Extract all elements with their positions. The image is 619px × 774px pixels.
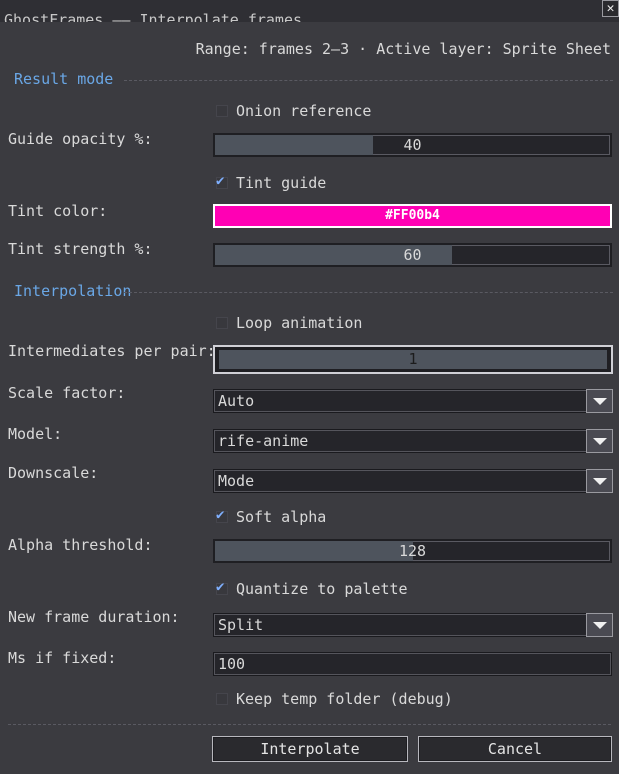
chevron-down-icon[interactable] <box>586 429 613 453</box>
input-value: 100 <box>218 655 246 673</box>
checkbox-box[interactable] <box>216 579 228 595</box>
tint-color-label: Tint color: <box>8 202 108 220</box>
alpha-threshold-slider[interactable]: 128 <box>213 539 612 563</box>
checkbox-label: Quantize to palette <box>236 580 408 598</box>
onion-reference-checkbox[interactable]: Onion reference <box>216 102 371 120</box>
checkbox-box[interactable] <box>216 173 228 189</box>
select-value: rife-anime <box>218 432 309 450</box>
chevron-down-icon[interactable] <box>586 613 613 637</box>
frame-duration-select[interactable]: Split <box>213 613 613 637</box>
intermediates-spinbox[interactable]: 1 <box>213 345 613 374</box>
section-title-interpolation: Interpolation <box>14 282 132 300</box>
slider-value: 128 <box>398 542 427 560</box>
model-select[interactable]: rife-anime <box>213 429 613 453</box>
section-divider <box>124 292 613 293</box>
window-title: GhostFrames —— Interpolate frames <box>4 11 303 22</box>
intermediates-label: Intermediates per pair: <box>8 342 216 360</box>
alpha-threshold-label: Alpha threshold: <box>8 536 153 554</box>
tint-strength-slider[interactable]: 60 <box>213 243 612 267</box>
guide-opacity-slider[interactable]: 40 <box>213 133 612 157</box>
checkbox-label: Onion reference <box>236 102 372 120</box>
frame-duration-label: New frame duration: <box>8 608 180 626</box>
checkbox-label: Loop animation <box>236 314 363 332</box>
tint-strength-label: Tint strength %: <box>8 240 153 258</box>
checkbox-label: Tint guide <box>236 174 327 192</box>
chevron-down-icon[interactable] <box>586 389 613 413</box>
select-value: Split <box>218 616 264 634</box>
model-label: Model: <box>8 425 63 443</box>
scale-factor-select[interactable]: Auto <box>213 389 613 413</box>
spinbox-value[interactable]: 1 <box>219 350 607 369</box>
range-info: Range: frames 2—3 · Active layer: Sprite… <box>195 40 611 58</box>
scale-factor-label: Scale factor: <box>8 384 126 402</box>
tint-guide-checkbox[interactable]: Tint guide <box>216 173 327 192</box>
checkbox-box[interactable] <box>216 105 228 117</box>
checkbox-label: Keep temp folder (debug) <box>236 690 453 708</box>
select-value: Auto <box>218 392 255 410</box>
quantize-checkbox[interactable]: Quantize to palette <box>216 579 408 598</box>
section-title-result-mode: Result mode <box>14 70 114 88</box>
checkbox-box[interactable] <box>216 693 228 705</box>
section-divider <box>124 80 613 81</box>
cancel-button[interactable]: Cancel <box>418 736 612 762</box>
loop-animation-checkbox[interactable]: Loop animation <box>216 314 362 332</box>
downscale-select[interactable]: Mode <box>213 469 613 493</box>
soft-alpha-checkbox[interactable]: Soft alpha <box>216 507 327 526</box>
ms-if-fixed-label: Ms if fixed: <box>8 649 117 667</box>
checkbox-box[interactable] <box>216 507 228 523</box>
downscale-label: Downscale: <box>8 464 99 482</box>
close-icon[interactable]: ✕ <box>602 0 619 17</box>
checkbox-label: Soft alpha <box>236 508 327 526</box>
guide-opacity-label: Guide opacity %: <box>8 130 153 148</box>
select-value: Mode <box>218 472 255 490</box>
chevron-down-icon[interactable] <box>586 469 613 493</box>
ms-if-fixed-input[interactable]: 100 <box>213 652 612 676</box>
footer-divider <box>8 724 611 725</box>
interpolate-button[interactable]: Interpolate <box>212 736 408 762</box>
keep-temp-checkbox[interactable]: Keep temp folder (debug) <box>216 690 453 708</box>
checkbox-box[interactable] <box>216 317 228 329</box>
slider-value: 40 <box>403 136 422 154</box>
slider-value: 60 <box>403 246 422 264</box>
title-bar: GhostFrames —— Interpolate frames <box>0 0 619 22</box>
tint-color-swatch[interactable]: #FF00b4 <box>213 204 612 228</box>
